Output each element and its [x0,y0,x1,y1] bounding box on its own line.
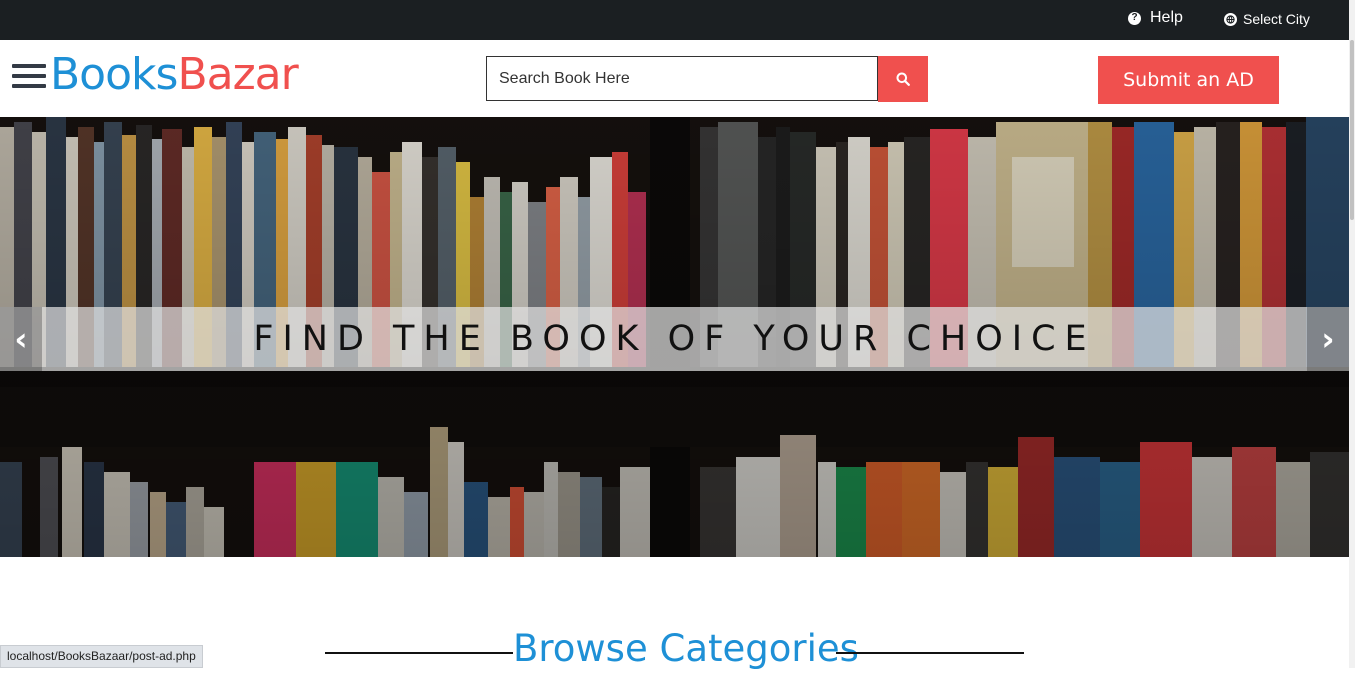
globe-icon [1224,12,1237,26]
status-url-tooltip: localhost/BooksBazaar/post-ad.php [0,645,203,668]
carousel-prev-button[interactable]: ‹ [0,307,42,371]
help-link[interactable]: ? Help [1128,9,1183,27]
submit-ad-button[interactable]: Submit an AD [1098,56,1279,104]
carousel-next-button[interactable]: › [1307,307,1349,371]
hamburger-menu-icon[interactable] [12,64,46,94]
scrollbar-thumb[interactable] [1350,40,1354,220]
divider-right [836,652,1024,654]
top-bar: ? Help Select City [0,0,1349,40]
select-city-label: Select City [1243,11,1310,27]
search-icon [896,72,910,86]
site-header: BooksBazar Submit an AD [0,40,1349,117]
hero-carousel: FIND THE BOOK OF YOUR CHOICE ‹ › [0,117,1349,557]
search-button[interactable] [878,56,928,102]
help-label: Help [1150,9,1183,26]
search-input[interactable] [486,56,878,101]
site-logo[interactable]: BooksBazar [50,53,299,97]
hero-caption: FIND THE BOOK OF YOUR CHOICE [253,319,1096,359]
divider-left [325,652,513,654]
chevron-left-icon: ‹ [14,320,28,358]
chevron-right-icon: › [1321,320,1335,358]
browse-categories-title: Browse Categories [513,627,859,670]
logo-bazar: Bazar [177,49,298,100]
page-scrollbar[interactable] [1349,0,1355,668]
select-city-link[interactable]: Select City [1224,11,1310,27]
logo-books: Books [50,49,178,100]
question-circle-icon: ? [1128,11,1141,25]
